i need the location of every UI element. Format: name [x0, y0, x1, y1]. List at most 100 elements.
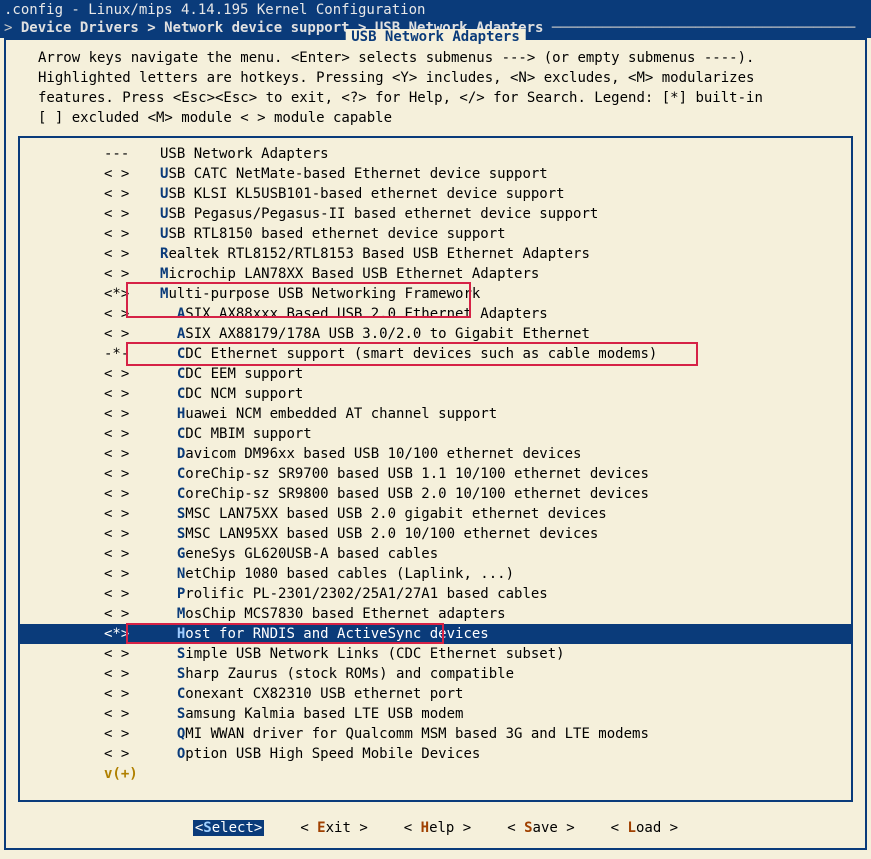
tristate-bracket[interactable]: < > [104, 384, 160, 404]
menu-item[interactable]: < > Microchip LAN78XX Based USB Ethernet… [20, 264, 851, 284]
menu-item[interactable]: < > SMSC LAN95XX based USB 2.0 10/100 et… [20, 524, 851, 544]
tristate-bracket[interactable]: < > [104, 744, 160, 764]
tristate-bracket[interactable]: < > [104, 524, 160, 544]
menu-item-label: CDC NCM support [160, 384, 851, 404]
tristate-bracket[interactable]: < > [104, 404, 160, 424]
tristate-bracket[interactable]: < > [104, 484, 160, 504]
tristate-bracket[interactable]: < > [104, 724, 160, 744]
menu-item-label: NetChip 1080 based cables (Laplink, ...) [160, 564, 851, 584]
hotkey-letter: S [524, 820, 532, 836]
hotkey-letter: S [203, 820, 211, 836]
menu-item[interactable]: < > CoreChip-sz SR9700 based USB 1.1 10/… [20, 464, 851, 484]
menu-item[interactable]: < > Samsung Kalmia based LTE USB modem [20, 704, 851, 724]
menu-item[interactable]: -*- CDC Ethernet support (smart devices … [20, 344, 851, 364]
tristate-bracket[interactable]: -*- [104, 344, 160, 364]
tristate-bracket[interactable]: < > [104, 364, 160, 384]
help-line: features. Press <Esc><Esc> to exit, <?> … [38, 88, 833, 108]
more-indicator[interactable]: v(+) [20, 764, 851, 784]
tristate-bracket[interactable]: < > [104, 544, 160, 564]
menu-item[interactable]: < > MosChip MCS7830 based Ethernet adapt… [20, 604, 851, 624]
menu-item[interactable]: < > Conexant CX82310 USB ethernet port [20, 684, 851, 704]
tristate-bracket[interactable]: < > [104, 424, 160, 444]
menu-item-label: Davicom DM96xx based USB 10/100 ethernet… [160, 444, 851, 464]
tristate-bracket[interactable]: < > [104, 244, 160, 264]
menu-item[interactable]: < > QMI WWAN driver for Qualcomm MSM bas… [20, 724, 851, 744]
menu-item[interactable]: < > Simple USB Network Links (CDC Ethern… [20, 644, 851, 664]
tristate-bracket[interactable]: < > [104, 604, 160, 624]
section-title: USB Network Adapters [345, 29, 526, 45]
menu-item[interactable]: < > USB Pegasus/Pegasus-II based etherne… [20, 204, 851, 224]
tristate-bracket[interactable]: < > [104, 324, 160, 344]
hotkey-letter: N [177, 566, 185, 582]
tristate-bracket[interactable]: < > [104, 184, 160, 204]
tristate-bracket[interactable]: < > [104, 584, 160, 604]
tristate-bracket[interactable]: < > [104, 664, 160, 684]
hotkey-letter: C [177, 346, 185, 362]
menu-item-label: Sharp Zaurus (stock ROMs) and compatible [160, 664, 851, 684]
menu-item[interactable]: <*> Multi-purpose USB Networking Framewo… [20, 284, 851, 304]
tristate-bracket[interactable]: < > [104, 684, 160, 704]
menu-item[interactable]: < > Realtek RTL8152/RTL8153 Based USB Et… [20, 244, 851, 264]
tristate-bracket[interactable]: < > [104, 464, 160, 484]
tristate-bracket[interactable]: < > [104, 444, 160, 464]
menu-item-label: ASIX AX88179/178A USB 3.0/2.0 to Gigabit… [160, 324, 851, 344]
tristate-bracket[interactable]: < > [104, 224, 160, 244]
tristate-bracket[interactable]: < > [104, 504, 160, 524]
hotkey-letter: P [177, 586, 185, 602]
tristate-bracket[interactable]: <*> [104, 284, 160, 304]
menu-item[interactable]: < > NetChip 1080 based cables (Laplink, … [20, 564, 851, 584]
button-bar: <Select> < Exit > < Help > < Save > < Load > [14, 802, 857, 836]
menu-item[interactable]: < > Option USB High Speed Mobile Devices [20, 744, 851, 764]
outer-frame: USB Network Adapters Arrow keys navigate… [4, 38, 867, 850]
menu-item[interactable]: < > USB KLSI KL5USB101-based ethernet de… [20, 184, 851, 204]
menu-item[interactable]: < > Prolific PL-2301/2302/25A1/27A1 base… [20, 584, 851, 604]
menu-item[interactable]: < > ASIX AX88179/178A USB 3.0/2.0 to Gig… [20, 324, 851, 344]
menu-item[interactable]: <*> Host for RNDIS and ActiveSync device… [20, 624, 851, 644]
tristate-bracket[interactable]: < > [104, 264, 160, 284]
tristate-bracket[interactable]: < > [104, 164, 160, 184]
menu-item[interactable]: < > GeneSys GL620USB-A based cables [20, 544, 851, 564]
hotkey-letter: S [177, 646, 185, 662]
menu-item[interactable]: < > Huawei NCM embedded AT channel suppo… [20, 404, 851, 424]
menu-item[interactable]: < > CDC EEM support [20, 364, 851, 384]
menu-item-label: SMSC LAN95XX based USB 2.0 10/100 ethern… [160, 524, 851, 544]
tristate-bracket[interactable]: <*> [104, 624, 160, 644]
hotkey-letter: C [177, 686, 185, 702]
hotkey-letter: L [628, 820, 636, 836]
hotkey-letter: A [177, 326, 185, 342]
menu-item-label: Multi-purpose USB Networking Framework [160, 284, 851, 304]
menu-item-label: Samsung Kalmia based LTE USB modem [160, 704, 851, 724]
menu-item[interactable]: < > Davicom DM96xx based USB 10/100 ethe… [20, 444, 851, 464]
help-line: Highlighted letters are hotkeys. Pressin… [38, 68, 833, 88]
menu-item-label: Realtek RTL8152/RTL8153 Based USB Ethern… [160, 244, 851, 264]
menu-item-label: CoreChip-sz SR9800 based USB 2.0 10/100 … [160, 484, 851, 504]
menu-item[interactable]: < > CoreChip-sz SR9800 based USB 2.0 10/… [20, 484, 851, 504]
menu-item[interactable]: < > USB CATC NetMate-based Ethernet devi… [20, 164, 851, 184]
hotkey-letter: A [177, 306, 185, 322]
tristate-bracket[interactable]: < > [104, 644, 160, 664]
menu-item[interactable]: < > SMSC LAN75XX based USB 2.0 gigabit e… [20, 504, 851, 524]
tristate-bracket[interactable]: < > [104, 564, 160, 584]
menu-item[interactable]: < > CDC NCM support [20, 384, 851, 404]
hotkey-letter: Q [177, 726, 185, 742]
menu-list[interactable]: --- USB Network Adapters< > USB CATC Net… [18, 136, 853, 802]
menu-item[interactable]: < > ASIX AX88xxx Based USB 2.0 Ethernet … [20, 304, 851, 324]
tristate-bracket[interactable]: < > [104, 304, 160, 324]
menu-item-label: Microchip LAN78XX Based USB Ethernet Ada… [160, 264, 851, 284]
title-text: .config - Linux/mips 4.14.195 Kernel Con… [4, 1, 867, 19]
menu-item[interactable]: --- USB Network Adapters [20, 144, 851, 164]
tristate-bracket[interactable]: < > [104, 704, 160, 724]
tristate-bracket[interactable]: < > [104, 204, 160, 224]
hotkey-letter: S [177, 506, 185, 522]
help-button[interactable]: < Help > [404, 820, 471, 836]
save-button[interactable]: < Save > [507, 820, 574, 836]
select-button[interactable]: <Select> [193, 820, 264, 836]
menu-item[interactable]: < > USB RTL8150 based ethernet device su… [20, 224, 851, 244]
tristate-bracket[interactable]: --- [104, 144, 160, 164]
load-button[interactable]: < Load > [611, 820, 678, 836]
menu-item-label: QMI WWAN driver for Qualcomm MSM based 3… [160, 724, 851, 744]
menu-item-label: Host for RNDIS and ActiveSync devices [160, 624, 851, 644]
exit-button[interactable]: < Exit > [300, 820, 367, 836]
menu-item[interactable]: < > Sharp Zaurus (stock ROMs) and compat… [20, 664, 851, 684]
menu-item[interactable]: < > CDC MBIM support [20, 424, 851, 444]
